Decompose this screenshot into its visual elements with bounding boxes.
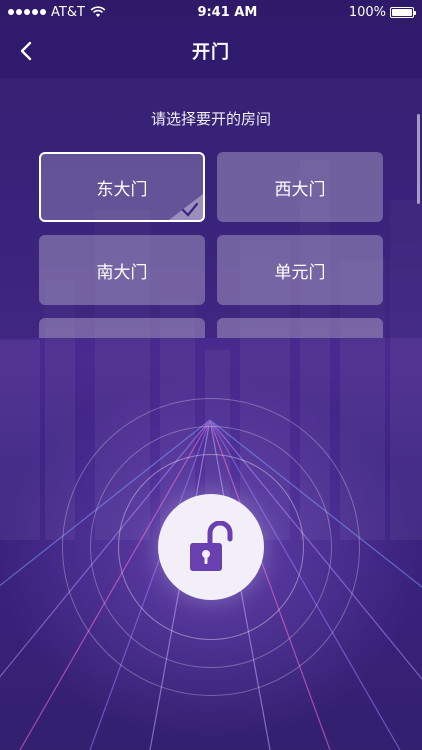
room-option-east-gate[interactable]: 东大门: [39, 152, 205, 222]
page-title: 开门: [192, 42, 230, 63]
carrier-label: AT&T: [51, 4, 85, 20]
status-left: AT&T: [8, 5, 106, 20]
room-option-label: 东大门: [96, 179, 148, 200]
unlock-button[interactable]: [158, 494, 264, 600]
unlocked-padlock-icon: [190, 521, 233, 571]
status-bar: AT&T 9:41 AM 100%: [0, 0, 422, 24]
selection-prompt: 请选择要开的房间: [150, 110, 271, 128]
room-option-unit-door[interactable]: 单元门: [217, 235, 383, 305]
navigation-bar: 开门: [0, 24, 422, 78]
battery-percent: 100%: [348, 4, 386, 20]
signal-icon: [8, 9, 46, 15]
room-option-partial-2[interactable]: [217, 318, 383, 338]
room-option-label: 南大门: [96, 262, 148, 283]
clock: 9:41 AM: [197, 4, 258, 20]
room-option-south-gate[interactable]: 南大门: [39, 235, 205, 305]
room-selection-panel: 请选择要开的房间 东大门 西大门 南大门 单元门: [0, 78, 422, 338]
chevron-left-icon[interactable]: [12, 36, 42, 66]
wifi-icon: [90, 6, 106, 17]
room-option-label: 西大门: [274, 179, 326, 200]
scrollbar[interactable]: [417, 114, 420, 204]
battery-icon: [390, 6, 416, 18]
status-right: 100%: [348, 4, 416, 20]
checkmark-icon: [169, 194, 203, 220]
room-option-partial-1[interactable]: [39, 318, 205, 338]
room-option-label: 单元门: [274, 262, 326, 283]
room-option-west-gate[interactable]: 西大门: [217, 152, 383, 222]
